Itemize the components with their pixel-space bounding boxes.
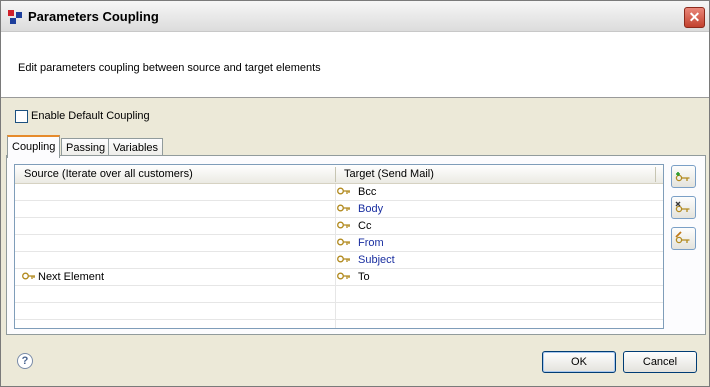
dialog-header: Edit parameters coupling between source … (1, 32, 709, 98)
enable-default-coupling-label[interactable]: Enable Default Coupling (31, 110, 150, 122)
parameter-key-icon (337, 204, 350, 212)
column-divider[interactable] (655, 167, 656, 182)
table-row[interactable]: From (15, 235, 663, 252)
add-coupling-button[interactable] (671, 165, 696, 188)
close-button[interactable]: ✕ (684, 7, 705, 28)
remove-coupling-icon (675, 201, 690, 213)
table-row[interactable] (15, 286, 663, 303)
table-row[interactable]: Cc (15, 218, 663, 235)
target-column-header[interactable]: Target (Send Mail) (344, 168, 434, 180)
table-row[interactable]: Subject (15, 252, 663, 269)
source-cell: Next Element (38, 271, 105, 283)
parameter-key-icon (337, 255, 350, 263)
source-column-header[interactable]: Source (Iterate over all customers) (24, 168, 193, 180)
parameter-key-icon (22, 272, 35, 280)
parameter-key-icon (337, 238, 350, 246)
table-row[interactable]: Next Element To (15, 269, 663, 286)
enable-default-coupling-checkbox[interactable] (15, 110, 28, 123)
close-icon: ✕ (688, 9, 701, 25)
target-cell: Body (358, 203, 384, 215)
coupling-table[interactable]: Source (Iterate over all customers) Targ… (14, 164, 664, 329)
cancel-button[interactable]: Cancel (623, 351, 697, 373)
parameter-key-icon (337, 272, 350, 280)
header-message: Edit parameters coupling between source … (18, 62, 321, 74)
table-row[interactable]: Body (15, 201, 663, 218)
table-header: Source (Iterate over all customers) Targ… (15, 165, 663, 184)
edit-coupling-icon (675, 231, 690, 244)
target-cell: Bcc (358, 186, 377, 198)
parameter-key-icon (337, 221, 350, 229)
target-cell: Subject (358, 254, 395, 266)
table-row[interactable]: Bcc (15, 184, 663, 201)
app-icon (8, 10, 22, 24)
target-cell: Cc (358, 220, 372, 232)
column-divider[interactable] (335, 167, 336, 182)
remove-coupling-button[interactable] (671, 196, 696, 219)
parameters-coupling-dialog: Parameters Coupling ✕ Edit parameters co… (0, 0, 710, 387)
tab-coupling[interactable]: Coupling (7, 135, 61, 158)
title-bar: Parameters Coupling ✕ (1, 1, 709, 32)
parameter-key-icon (337, 187, 350, 195)
help-icon[interactable]: ? (17, 353, 33, 369)
target-cell: From (358, 237, 384, 249)
table-row[interactable] (15, 303, 663, 320)
target-cell: To (358, 271, 370, 283)
edit-coupling-button[interactable] (671, 227, 696, 250)
window-title: Parameters Coupling (28, 9, 159, 24)
ok-button[interactable]: OK (542, 351, 616, 373)
add-coupling-icon (675, 172, 690, 182)
